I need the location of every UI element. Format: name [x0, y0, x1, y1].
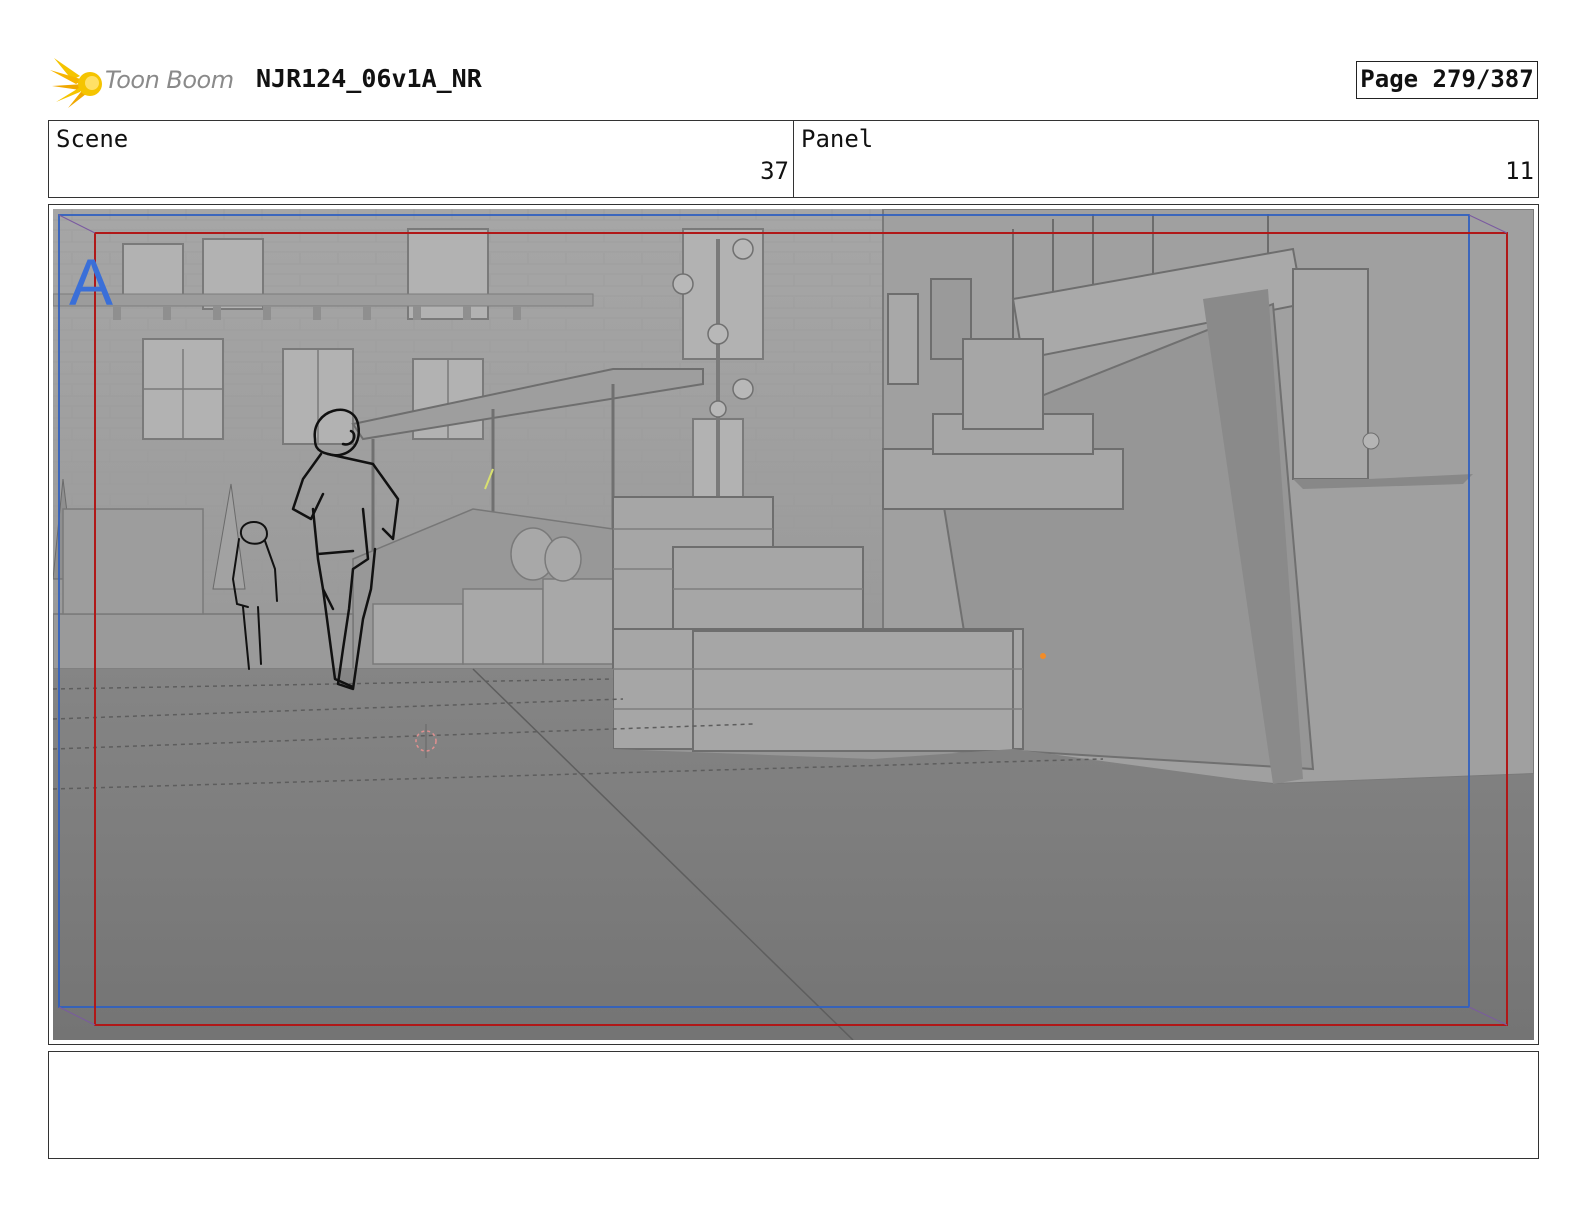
logo-wordmark: Toon Boom — [105, 66, 234, 94]
scene-cell: Scene 37 — [49, 121, 794, 197]
page-number: Page 279/387 — [1356, 61, 1538, 99]
panel-info-row: Scene 37 Panel 11 — [48, 120, 1539, 198]
frame-corner-connector — [1468, 214, 1508, 234]
panel-notes-box — [48, 1051, 1539, 1159]
starburst-icon — [50, 58, 102, 108]
scene-number: 37 — [760, 157, 789, 185]
panel-cell: Panel 11 — [794, 121, 1538, 197]
document-title: NJR124_06v1A_NR — [256, 64, 482, 93]
panel-label: Panel — [801, 125, 874, 153]
frame-corner-connector — [1468, 1006, 1508, 1026]
panel-number: 11 — [1505, 157, 1534, 185]
frame-corner-connector — [58, 214, 96, 234]
scene-label: Scene — [56, 125, 129, 153]
storyboard-panel-frame: A — [48, 204, 1539, 1045]
camera-marker: A — [69, 245, 113, 319]
frame-corner-connector — [58, 1006, 96, 1026]
safe-frame — [94, 232, 1508, 1026]
camera-frame — [58, 214, 1470, 1008]
toon-boom-logo: Toon Boom — [50, 56, 245, 108]
camera-frame-overlay: A — [58, 214, 1508, 1026]
